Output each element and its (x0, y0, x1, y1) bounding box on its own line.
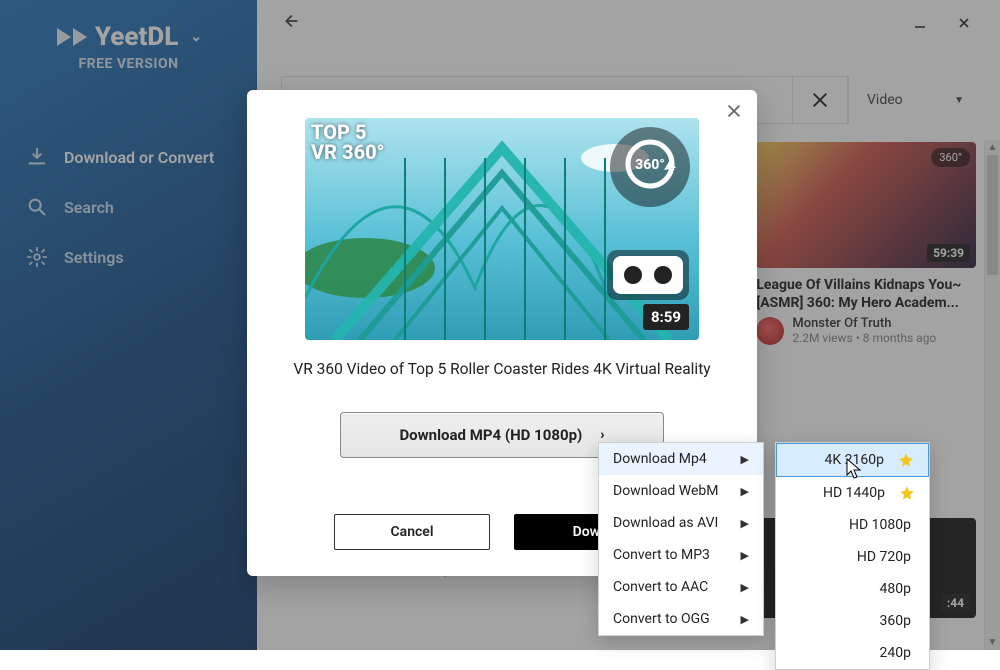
submenu-arrow-icon: ▶ (741, 581, 749, 594)
star-icon (899, 485, 915, 501)
submenu-arrow-icon: ▶ (741, 613, 749, 626)
quality-option-360p[interactable]: 360p (776, 605, 929, 637)
thumbnail-overlay-text: TOP 5 VR 360° (311, 122, 385, 162)
quality-option-240p[interactable]: 240p (776, 637, 929, 669)
submenu-arrow-icon: ▶ (741, 453, 749, 466)
duration-badge: 8:59 (643, 304, 689, 330)
quality-option-480p[interactable]: 480p (776, 573, 929, 605)
menu-item-convert-mp3[interactable]: Convert to MP3▶ (599, 539, 763, 571)
menu-item-download-mp4[interactable]: Download Mp4▶ (599, 443, 763, 475)
format-context-menu: Download Mp4▶ Download WebM▶ Download as… (598, 442, 764, 636)
cancel-button[interactable]: Cancel (334, 514, 490, 550)
quality-option-hd-1440p[interactable]: HD 1440p (776, 477, 929, 509)
video-preview[interactable]: TOP 5 VR 360° 360° 8:59 (305, 118, 699, 340)
vr-cardboard-icon (605, 248, 691, 302)
menu-item-convert-aac[interactable]: Convert to AAC▶ (599, 571, 763, 603)
quality-option-hd-1080p[interactable]: HD 1080p (776, 509, 929, 541)
svg-text:360°: 360° (635, 157, 665, 173)
close-icon (725, 102, 743, 120)
quality-option-hd-720p[interactable]: HD 720p (776, 541, 929, 573)
star-icon (898, 452, 914, 468)
modal-video-title: VR 360 Video of Top 5 Roller Coaster Rid… (293, 360, 710, 378)
modal-close-button[interactable] (725, 102, 743, 124)
download-primary-label: Download MP4 (HD 1080p) (399, 426, 582, 444)
menu-item-convert-ogg[interactable]: Convert to OGG▶ (599, 603, 763, 635)
menu-item-download-webm[interactable]: Download WebM▶ (599, 475, 763, 507)
quality-option-4k-2160p[interactable]: 4K 2160p (776, 443, 929, 477)
submenu-arrow-icon: ▶ (741, 517, 749, 530)
submenu-arrow-icon: ▶ (741, 485, 749, 498)
submenu-arrow-icon: ▶ (741, 549, 749, 562)
chevron-right-icon: › (600, 427, 604, 443)
badge-360-icon: 360° (607, 124, 693, 210)
menu-item-download-avi[interactable]: Download as AVI▶ (599, 507, 763, 539)
quality-context-menu: 4K 2160p HD 1440p HD 1080p HD 720p 480p … (775, 442, 930, 670)
